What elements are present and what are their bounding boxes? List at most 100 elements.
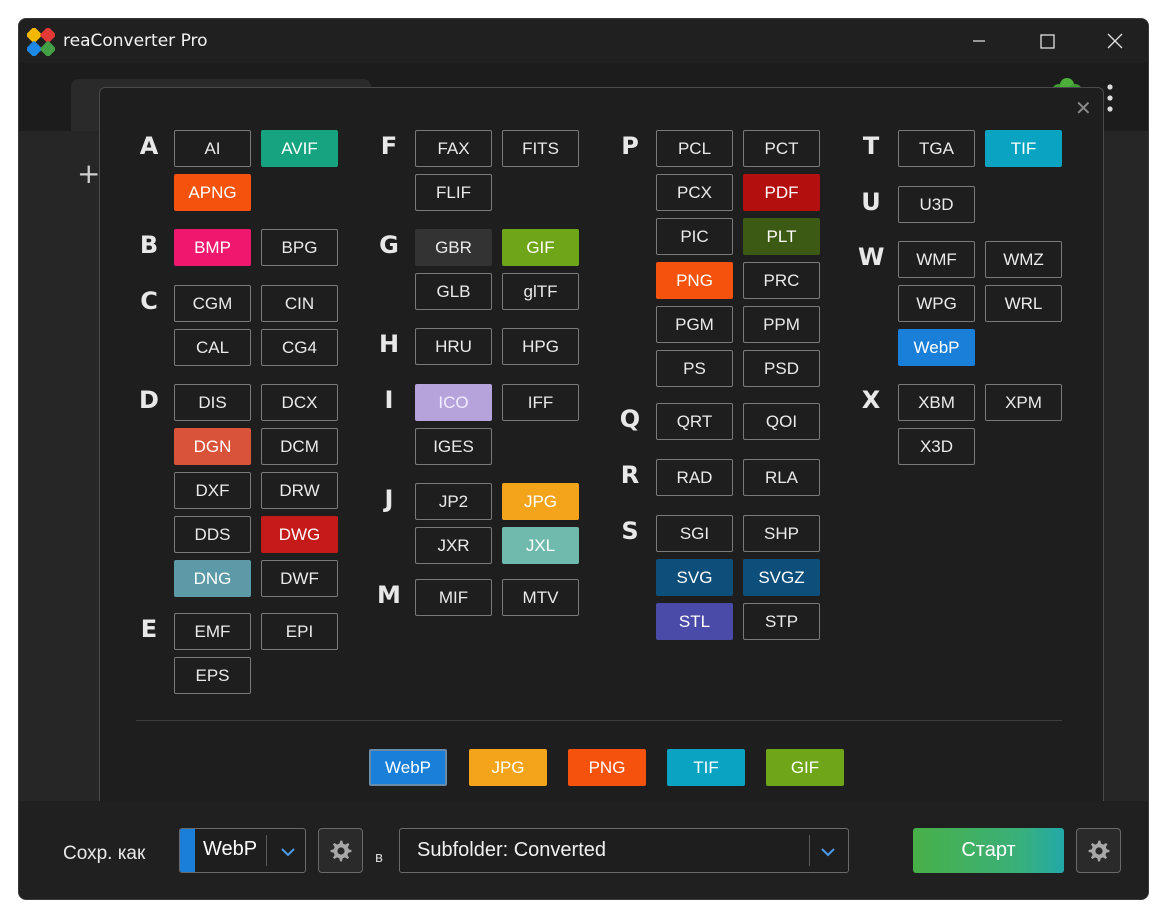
more-options-icon[interactable] xyxy=(1106,83,1114,113)
group-letter-u: U xyxy=(861,188,881,216)
add-files-plus-icon[interactable]: + xyxy=(77,157,100,190)
format-button-dgn[interactable]: DGN xyxy=(174,428,251,465)
format-button-dwg[interactable]: DWG xyxy=(261,516,338,553)
format-button-wpg[interactable]: WPG xyxy=(898,285,975,322)
format-button-epi[interactable]: EPI xyxy=(261,613,338,650)
format-button-x3d[interactable]: X3D xyxy=(898,428,975,465)
format-button-mif[interactable]: MIF xyxy=(415,579,492,616)
format-button-psd[interactable]: PSD xyxy=(743,350,820,387)
format-button-rad[interactable]: RAD xyxy=(656,459,733,496)
format-button-cg4[interactable]: CG4 xyxy=(261,329,338,366)
format-button-glb[interactable]: GLB xyxy=(415,273,492,310)
format-button-sgi[interactable]: SGI xyxy=(656,515,733,552)
format-button-ico[interactable]: ICO xyxy=(415,384,492,421)
format-button-dng[interactable]: DNG xyxy=(174,560,251,597)
favorite-format-webp[interactable]: WebP xyxy=(369,749,447,786)
format-button-jpg[interactable]: JPG xyxy=(502,483,579,520)
format-button-qoi[interactable]: QOI xyxy=(743,403,820,440)
format-button-ai[interactable]: AI xyxy=(174,130,251,167)
format-button-xpm[interactable]: XPM xyxy=(985,384,1062,421)
format-button-stp[interactable]: STP xyxy=(743,603,820,640)
group-letter-q: Q xyxy=(619,405,641,433)
format-button-dds[interactable]: DDS xyxy=(174,516,251,553)
format-button-pdf[interactable]: PDF xyxy=(743,174,820,211)
output-format-select[interactable]: WebP xyxy=(179,828,306,873)
format-button-pic[interactable]: PIC xyxy=(656,218,733,255)
format-button-hru[interactable]: HRU xyxy=(415,328,492,365)
format-button-tif[interactable]: TIF xyxy=(985,130,1062,167)
format-button-cal[interactable]: CAL xyxy=(174,329,251,366)
output-folder-select[interactable]: Subfolder: Converted xyxy=(399,828,849,873)
format-button-drw[interactable]: DRW xyxy=(261,472,338,509)
format-button-emf[interactable]: EMF xyxy=(174,613,251,650)
format-button-dwf[interactable]: DWF xyxy=(261,560,338,597)
format-button-iges[interactable]: IGES xyxy=(415,428,492,465)
format-button-webp[interactable]: WebP xyxy=(898,329,975,366)
close-icon[interactable] xyxy=(1097,27,1133,55)
format-button-svgz[interactable]: SVGZ xyxy=(743,559,820,596)
format-button-pct[interactable]: PCT xyxy=(743,130,820,167)
format-button-dis[interactable]: DIS xyxy=(174,384,251,421)
format-settings-button[interactable] xyxy=(318,828,363,873)
format-button-bpg[interactable]: BPG xyxy=(261,229,338,266)
format-button-plt[interactable]: PLT xyxy=(743,218,820,255)
format-button-jp2[interactable]: JP2 xyxy=(415,483,492,520)
favorite-format-gif[interactable]: GIF xyxy=(766,749,844,786)
minimize-icon[interactable] xyxy=(961,27,997,55)
format-button-fits[interactable]: FITS xyxy=(502,130,579,167)
maximize-icon[interactable] xyxy=(1029,27,1065,55)
format-button-dxf[interactable]: DXF xyxy=(174,472,251,509)
group-letter-f: F xyxy=(380,132,398,160)
format-button-fax[interactable]: FAX xyxy=(415,130,492,167)
folder-select-separator xyxy=(809,835,810,866)
format-button-pgm[interactable]: PGM xyxy=(656,306,733,343)
format-button-qrt[interactable]: QRT xyxy=(656,403,733,440)
format-button-cgm[interactable]: CGM xyxy=(174,285,251,322)
format-button-pcx[interactable]: PCX xyxy=(656,174,733,211)
format-button-rla[interactable]: RLA xyxy=(743,459,820,496)
chevron-down-icon[interactable] xyxy=(820,847,836,857)
popup-close-icon[interactable]: ✕ xyxy=(1075,96,1092,120)
format-button-pcl[interactable]: PCL xyxy=(656,130,733,167)
format-button-u3d[interactable]: U3D xyxy=(898,186,975,223)
format-button-ppm[interactable]: PPM xyxy=(743,306,820,343)
format-button-mtv[interactable]: MTV xyxy=(502,579,579,616)
format-button-prc[interactable]: PRC xyxy=(743,262,820,299)
format-button-ps[interactable]: PS xyxy=(656,350,733,387)
group-letter-b: B xyxy=(139,231,159,259)
format-button-jxl[interactable]: JXL xyxy=(502,527,579,564)
format-button-gbr[interactable]: GBR xyxy=(415,229,492,266)
format-button-jxr[interactable]: JXR xyxy=(415,527,492,564)
group-letter-p: P xyxy=(621,132,639,160)
format-button-tga[interactable]: TGA xyxy=(898,130,975,167)
format-button-wmz[interactable]: WMZ xyxy=(985,241,1062,278)
format-button-cin[interactable]: CIN xyxy=(261,285,338,322)
format-button-apng[interactable]: APNG xyxy=(174,174,251,211)
format-button-dcx[interactable]: DCX xyxy=(261,384,338,421)
format-button-wrl[interactable]: WRL xyxy=(985,285,1062,322)
chevron-down-icon[interactable] xyxy=(280,847,296,857)
format-button-svg[interactable]: SVG xyxy=(656,559,733,596)
format-button-flif[interactable]: FLIF xyxy=(415,174,492,211)
format-button-wmf[interactable]: WMF xyxy=(898,241,975,278)
favorite-format-png[interactable]: PNG xyxy=(568,749,646,786)
selected-format-value: WebP xyxy=(203,838,258,860)
format-button-shp[interactable]: SHP xyxy=(743,515,820,552)
format-button-stl[interactable]: STL xyxy=(656,603,733,640)
format-button-eps[interactable]: EPS xyxy=(174,657,251,694)
start-settings-button[interactable] xyxy=(1076,828,1121,873)
format-button-bmp[interactable]: BMP xyxy=(174,229,251,266)
group-letter-r: R xyxy=(620,461,640,489)
format-button-xbm[interactable]: XBM xyxy=(898,384,975,421)
format-button-png[interactable]: PNG xyxy=(656,262,733,299)
favorite-format-tif[interactable]: TIF xyxy=(667,749,745,786)
favorite-format-jpg[interactable]: JPG xyxy=(469,749,547,786)
format-button-dcm[interactable]: DCM xyxy=(261,428,338,465)
format-button-hpg[interactable]: HPG xyxy=(502,328,579,365)
format-button-gif[interactable]: GIF xyxy=(502,229,579,266)
group-letter-s: S xyxy=(621,517,639,545)
format-button-gltf[interactable]: glTF xyxy=(502,273,579,310)
format-button-avif[interactable]: AVIF xyxy=(261,130,338,167)
format-button-iff[interactable]: IFF xyxy=(502,384,579,421)
start-button[interactable]: Старт xyxy=(913,828,1064,873)
